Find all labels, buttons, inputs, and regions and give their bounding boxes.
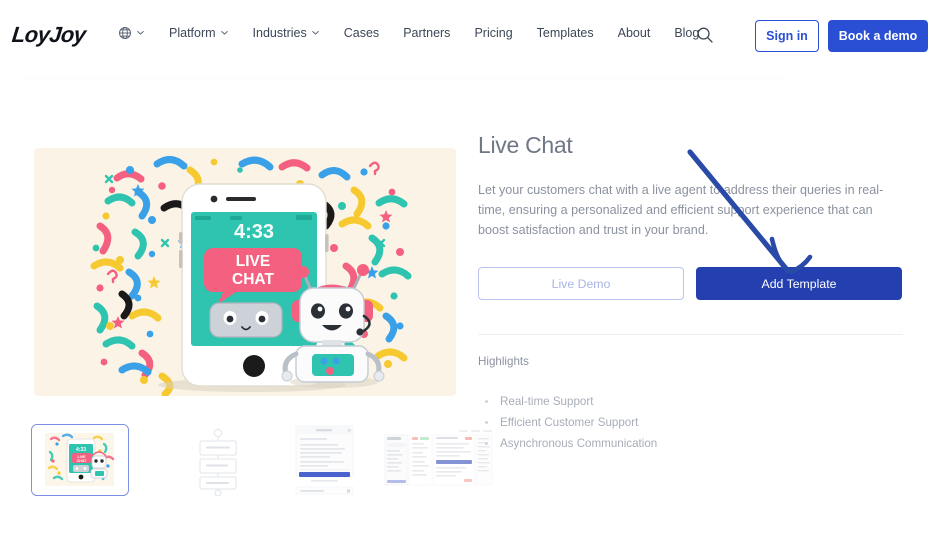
nav-item-label: Platform bbox=[169, 26, 216, 40]
nav-item-label: Partners bbox=[403, 26, 451, 40]
nav-item-label: Industries bbox=[252, 26, 307, 40]
highlights-heading: Highlights bbox=[478, 355, 529, 368]
nav-links: Platform Industries Cases Partners Prici… bbox=[118, 26, 711, 40]
chevron-down-icon bbox=[136, 28, 145, 37]
list-item: Real-time Support bbox=[478, 391, 657, 412]
chevron-down-icon bbox=[311, 28, 320, 37]
chevron-down-icon bbox=[220, 28, 229, 37]
list-item: Asynchronous Communication bbox=[478, 433, 657, 454]
thumb-hero-illustration[interactable]: 4:33 LIVE CHAT bbox=[31, 424, 129, 496]
nav-item-label: Templates bbox=[536, 26, 594, 40]
section-divider bbox=[478, 334, 903, 335]
template-info-column: Live Chat Let your customers chat with a… bbox=[478, 130, 903, 240]
highlight-label: Efficient Customer Support bbox=[500, 416, 639, 429]
highlight-label: Real-time Support bbox=[500, 395, 594, 408]
live-demo-button[interactable]: Live Demo bbox=[478, 267, 684, 300]
page-title: Live Chat bbox=[478, 132, 573, 158]
nav-item-partners[interactable]: Partners bbox=[391, 26, 462, 40]
svg-text:CHAT: CHAT bbox=[232, 271, 274, 288]
nav-item-cases[interactable]: Cases bbox=[332, 26, 391, 40]
thumb-flow-diagram[interactable] bbox=[169, 424, 267, 496]
nav-language-selector[interactable] bbox=[118, 26, 157, 40]
nav-item-about[interactable]: About bbox=[606, 26, 663, 40]
nav-item-label: Cases bbox=[343, 26, 380, 40]
nav-item-templates[interactable]: Templates bbox=[525, 26, 606, 40]
add-template-button[interactable]: Add Template bbox=[696, 267, 902, 300]
bullet-icon bbox=[485, 400, 488, 403]
book-a-demo-button[interactable]: Book a demo bbox=[828, 20, 928, 52]
search-icon[interactable] bbox=[696, 26, 714, 44]
nav-item-industries[interactable]: Industries bbox=[241, 26, 332, 40]
nav-item-label: Pricing bbox=[474, 26, 513, 40]
top-navigation-bar: LoyJoy Platform Industries Cases Partner… bbox=[0, 0, 940, 72]
globe-icon bbox=[118, 26, 132, 40]
highlight-label: Asynchronous Communication bbox=[500, 437, 658, 450]
list-item: Efficient Customer Support bbox=[478, 412, 657, 433]
loyjoy-logo[interactable]: LoyJoy bbox=[11, 22, 87, 48]
svg-text:4:33: 4:33 bbox=[76, 447, 86, 453]
svg-text:CHAT: CHAT bbox=[77, 459, 88, 463]
template-description: Let your customers chat with a live agen… bbox=[478, 183, 884, 237]
bullet-icon bbox=[485, 442, 488, 445]
bullet-icon bbox=[485, 421, 488, 424]
highlights-list: Real-time Support Efficient Customer Sup… bbox=[478, 391, 657, 454]
svg-text:4:33: 4:33 bbox=[234, 221, 274, 243]
svg-text:LIVE: LIVE bbox=[236, 253, 270, 270]
sign-in-button[interactable]: Sign in bbox=[755, 20, 819, 52]
hero-image-live-chat-illustration[interactable]: 4:33 LIVE CHAT bbox=[34, 148, 456, 396]
nav-item-platform[interactable]: Platform bbox=[157, 26, 241, 40]
nav-item-label: About bbox=[617, 26, 651, 40]
thumb-chat-preview[interactable] bbox=[275, 424, 373, 496]
nav-item-pricing[interactable]: Pricing bbox=[462, 26, 524, 40]
page-root: LoyJoy Platform Industries Cases Partner… bbox=[0, 0, 940, 550]
